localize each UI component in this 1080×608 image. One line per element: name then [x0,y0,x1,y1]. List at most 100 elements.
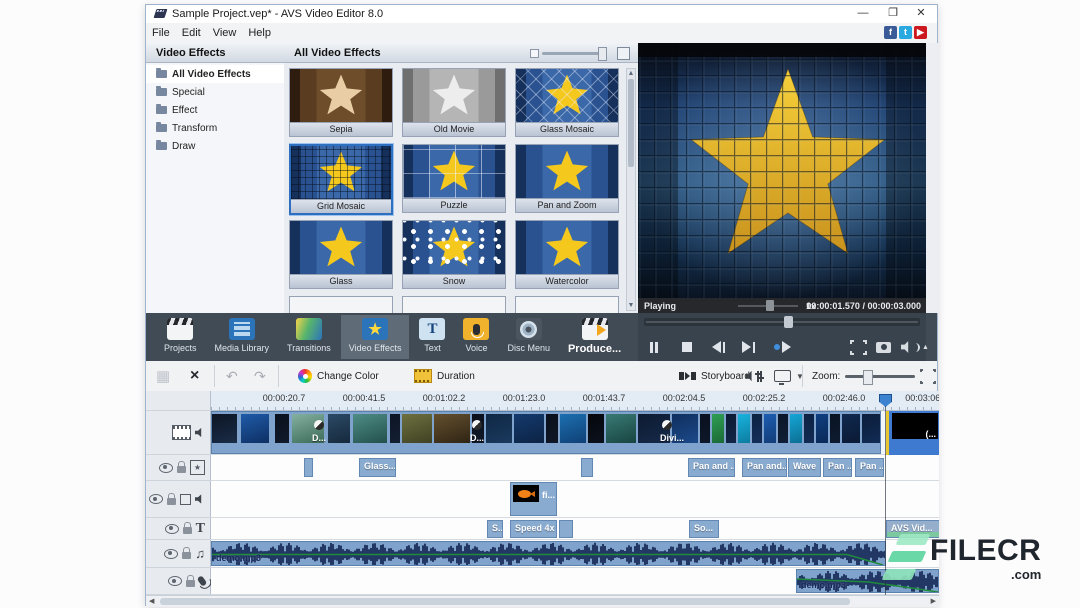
timeline-horizontal-scrollbar[interactable]: ◀ ▶ [146,595,939,607]
track-header-text[interactable]: T [146,518,211,540]
text-clip[interactable]: S... [487,520,503,538]
lock-icon[interactable] [186,580,195,587]
tab-transitions[interactable]: Transitions [279,315,339,359]
effect-card-partial[interactable] [289,296,393,313]
eye-icon[interactable] [168,576,182,586]
eye-icon[interactable] [165,524,179,534]
slider-handle[interactable] [598,47,607,61]
effect-clip[interactable]: Pan and ... [688,458,735,477]
effect-card-partial[interactable] [402,296,506,313]
overlay-track[interactable]: fi... [211,481,939,518]
tab-voice[interactable]: Voice [455,315,497,359]
tree-item-effect[interactable]: Effect [146,101,284,119]
text-track[interactable]: S...Speed 4xSo...AVS Vid... [211,518,939,540]
menu-edit[interactable]: Edit [176,24,207,42]
grid-view-button[interactable]: ▦ [156,361,170,391]
scroll-down-icon[interactable]: ▼ [627,302,635,309]
audio-mixer-button[interactable] [746,361,762,391]
eye-icon[interactable] [149,494,163,504]
transition-label[interactable]: D... [470,433,484,443]
selected-video-clip[interactable]: (... [886,411,939,455]
next-frame-button[interactable] [742,339,755,355]
scroll-left-icon[interactable]: ◀ [149,597,154,605]
effect-clip[interactable] [304,458,313,477]
voice-track[interactable]: demo.mp3 [211,568,939,595]
track-header-audio[interactable]: ♫ [146,540,211,568]
eye-icon[interactable] [159,463,173,473]
display-mode-button[interactable]: ▼ [774,361,804,391]
effects-track[interactable]: Glass...Pan and ...Pan and...WavePan ...… [211,455,939,481]
transition-label[interactable]: D... [312,433,326,443]
storyboard-button[interactable]: Storyboard [679,361,750,391]
tab-media-library[interactable]: Media Library [207,315,278,359]
effect-card-grid-mosaic[interactable]: Grid Mosaic [289,144,393,215]
scroll-up-icon[interactable]: ▲ [627,70,635,77]
effect-card-partial[interactable] [515,296,619,313]
maximize-button[interactable]: ❐ [881,6,905,21]
eye-icon[interactable] [164,549,178,559]
effect-card-snow[interactable]: Snow [402,220,506,289]
stop-button[interactable] [682,339,692,355]
effect-clip[interactable]: Pan and... [742,458,787,477]
tab-projects[interactable]: Projects [156,315,205,359]
audio-track[interactable]: demo.mp3 [211,540,939,568]
play-button[interactable] [774,339,791,355]
pause-button[interactable] [650,339,658,355]
effect-card-old-movie[interactable]: Old Movie [402,68,506,137]
track-header-overlay[interactable] [146,481,211,518]
minimize-button[interactable]: — [851,6,875,21]
tab-produce[interactable]: Produce... [560,315,629,359]
lock-icon[interactable] [177,466,186,473]
seek-handle[interactable] [784,316,793,328]
panel-collapse-button[interactable] [617,47,630,60]
overlay-clip[interactable]: fi... [510,482,557,516]
tab-text[interactable]: TText [411,315,453,359]
snapshot-icon[interactable] [876,339,891,355]
text-clip[interactable] [559,520,573,538]
effect-clip[interactable]: Wave [788,458,821,477]
lock-icon[interactable] [182,552,191,559]
menu-view[interactable]: View [207,24,243,42]
video-track[interactable]: D...D...Divi...(... [211,411,939,455]
text-clip[interactable]: Speed 4x [510,520,557,538]
zoom-control[interactable]: Zoom: [812,361,936,391]
tab-disc-menu[interactable]: Disc Menu [499,315,558,359]
zoom-slider-handle[interactable] [863,370,873,385]
seek-bar[interactable] [644,318,920,326]
scroll-right-icon[interactable]: ▶ [931,597,936,605]
effect-clip[interactable]: Pan ... [855,458,884,477]
text-clip[interactable]: So... [689,520,719,538]
twitter-icon[interactable]: t [899,26,912,39]
undo-button[interactable]: ↶ [226,361,238,391]
effect-clip[interactable]: Glass... [359,458,396,477]
hscroll-thumb[interactable] [160,598,850,605]
effect-clip[interactable]: Pan ... [823,458,852,477]
track-header-voice[interactable] [146,568,211,595]
video-clip-strip[interactable]: D...D...Divi... [211,411,881,454]
duration-button[interactable]: Duration [414,361,475,391]
youtube-icon[interactable]: ▶ [914,26,927,39]
close-button[interactable]: ✕ [909,6,933,21]
menu-help[interactable]: Help [242,24,277,42]
tab-video-effects[interactable]: ★Video Effects [341,315,410,359]
tree-item-transform[interactable]: Transform [146,119,284,137]
volume-icon[interactable]: ▲ [901,339,929,355]
effect-card-glass-mosaic[interactable]: Glass Mosaic [515,68,619,137]
effect-card-puzzle[interactable]: Puzzle [402,144,506,213]
effect-card-pan-and-zoom[interactable]: Pan and Zoom [515,144,619,213]
change-color-button[interactable]: Change Color [298,361,379,391]
effect-clip[interactable] [581,458,593,477]
zoom-slider[interactable] [845,375,915,378]
tree-item-all-video-effects[interactable]: All Video Effects [146,65,284,83]
track-header-video[interactable] [146,411,211,455]
menu-file[interactable]: File [146,24,176,42]
slider-track[interactable] [542,52,604,55]
speed-slider-handle[interactable] [766,300,774,311]
track-header-effects[interactable]: ★ [146,455,211,481]
delete-button[interactable]: × [190,361,199,391]
effect-card-sepia[interactable]: Sepia [289,68,393,137]
tree-item-draw[interactable]: Draw [146,137,284,155]
facebook-icon[interactable]: f [884,26,897,39]
effect-card-glass[interactable]: Glass [289,220,393,289]
fullscreen-icon[interactable] [850,339,867,355]
